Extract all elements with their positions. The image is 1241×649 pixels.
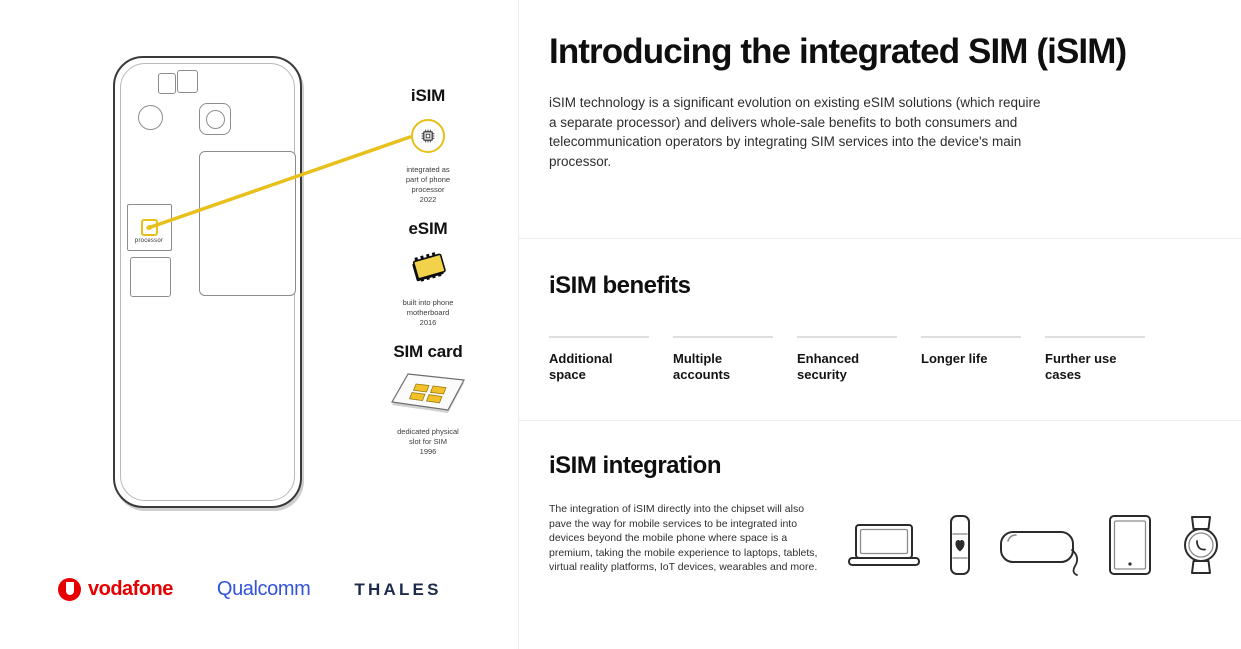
partner-logos: vodafone Qualcomm THALES	[0, 578, 519, 601]
thales-wordmark: THALES	[354, 579, 442, 599]
laptop-icon	[848, 524, 920, 566]
slide-canvas: processor iSIM integrated as part of pho…	[0, 0, 1241, 649]
phone-illustration: processor	[113, 56, 302, 508]
esim-chip-icon	[412, 252, 446, 282]
smartwatch-icon	[1184, 516, 1218, 574]
sim-block-isim: iSIM integrated as part of phone process…	[352, 86, 504, 205]
vodafone-speechmark-icon	[58, 578, 81, 601]
sim-title-isim: iSIM	[410, 86, 446, 105]
phone-camera-lens	[206, 110, 225, 129]
integration-row: The integration of iSIM directly into th…	[549, 502, 1223, 576]
sim-art-esim	[352, 246, 504, 292]
caption-line: integrated as	[406, 165, 450, 174]
benefit-label: Further use cases	[1045, 351, 1117, 382]
left-illustration-panel: processor iSIM integrated as part of pho…	[0, 0, 519, 649]
sim-title-esim: eSIM	[408, 219, 448, 238]
sim-caption-esim: built into phone motherboard 2016	[352, 298, 504, 328]
benefit-rule	[673, 336, 773, 338]
phone-mainboard-component	[199, 151, 296, 296]
vodafone-wordmark: vodafone	[88, 578, 173, 600]
benefit-item-longer-life: Longer life	[921, 336, 1021, 383]
sim-card-icon	[391, 373, 465, 413]
phone-component-top-right	[177, 70, 198, 93]
benefit-item-additional-space: Additional space	[549, 336, 649, 383]
benefit-rule	[797, 336, 897, 338]
caption-line: part of phone	[405, 175, 451, 184]
caption-line: slot for SIM	[409, 437, 447, 446]
qualcomm-logo: Qualcomm	[217, 578, 311, 601]
sim-art-simcard	[352, 369, 504, 421]
qualcomm-wordmark: Qualcomm	[216, 578, 311, 600]
benefit-item-enhanced-security: Enhanced security	[797, 336, 897, 383]
caption-line-year: 2022	[419, 195, 437, 204]
caption-line-year: 2016	[419, 318, 437, 327]
sim-block-simcard: SIM card dedicated physical slot for SIM…	[352, 342, 504, 457]
benefits-heading: iSIM benefits	[549, 272, 691, 299]
caption-line: processor	[411, 185, 445, 194]
caption-line: dedicated physical	[397, 427, 459, 436]
sim-caption-simcard: dedicated physical slot for SIM 1996	[352, 427, 504, 457]
vr-headset-icon	[1000, 531, 1079, 576]
benefit-item-multiple-accounts: Multiple accounts	[673, 336, 773, 383]
device-icon-row	[847, 502, 1223, 576]
phone-component-lower	[130, 257, 171, 297]
caption-line-year: 1996	[419, 447, 437, 456]
sim-art-isim	[352, 113, 504, 159]
processor-chip-icon	[141, 219, 158, 236]
phone-component-top-left	[158, 73, 176, 94]
caption-line: motherboard	[406, 308, 450, 317]
section-integration: iSIM integration The integration of iSIM…	[549, 452, 1223, 576]
section-intro: Introducing the integrated SIM (iSIM) iS…	[549, 32, 1223, 171]
benefit-label: Longer life	[921, 351, 988, 366]
vodafone-logo: vodafone	[58, 578, 173, 601]
thales-logo: THALES	[354, 580, 441, 600]
processor-label: processor	[134, 238, 164, 244]
sim-evolution-stack: iSIM integrated as part of phone process…	[352, 86, 504, 471]
section-benefits: iSIM benefits Additional space Multiple …	[549, 272, 1223, 383]
intro-body-text: iSIM technology is a significant evoluti…	[549, 95, 1041, 169]
tablet-icon	[1109, 515, 1151, 575]
section-divider-1	[519, 238, 1241, 239]
phone-component-circle	[138, 105, 163, 130]
sim-caption-isim: integrated as part of phone processor 20…	[352, 165, 504, 205]
integrated-circuit-icon	[411, 119, 445, 153]
benefit-rule	[921, 336, 1021, 338]
benefit-rule	[1045, 336, 1145, 338]
benefits-list: Additional space Multiple accounts Enhan…	[549, 336, 1223, 383]
integration-body-text: The integration of iSIM directly into th…	[549, 503, 818, 573]
integration-heading: iSIM integration	[549, 452, 722, 479]
fitness-tracker-icon	[950, 515, 970, 575]
benefit-label: Additional space	[549, 351, 613, 382]
section-divider-2	[519, 420, 1241, 421]
page-title: Introducing the integrated SIM (iSIM)	[549, 32, 1127, 71]
right-content-panel: Introducing the integrated SIM (iSIM) iS…	[519, 0, 1241, 649]
sim-block-esim: eSIM built into phone motherboard 2016	[352, 219, 504, 328]
benefit-item-further-use-cases: Further use cases	[1045, 336, 1145, 383]
benefit-label: Multiple accounts	[673, 351, 731, 382]
sim-title-simcard: SIM card	[393, 342, 463, 361]
benefit-rule	[549, 336, 649, 338]
benefit-label: Enhanced security	[797, 351, 860, 382]
caption-line: built into phone	[402, 298, 454, 307]
